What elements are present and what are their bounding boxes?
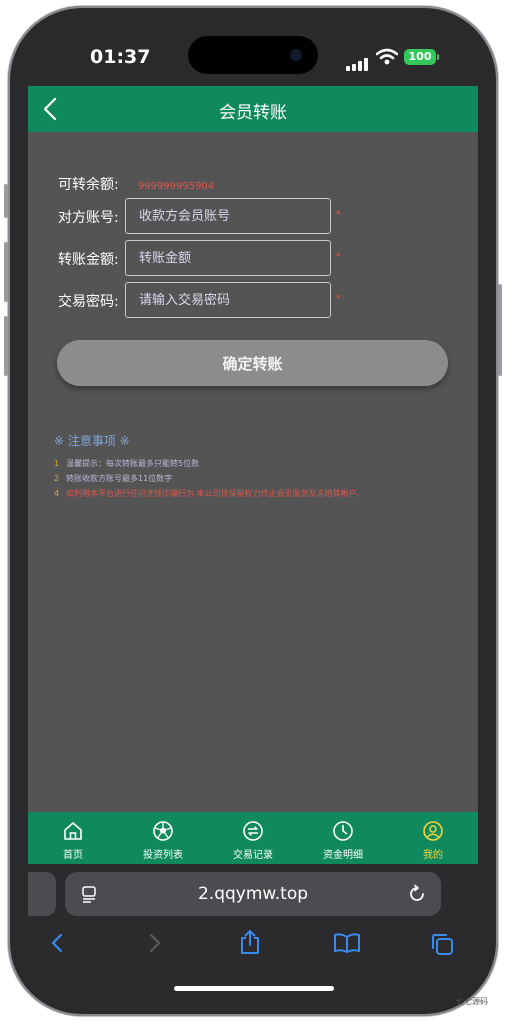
tab-label: 首页 xyxy=(63,850,83,861)
account-label: 对方账号: xyxy=(58,210,119,226)
football-icon xyxy=(153,821,173,841)
tab-label: 交易记录 xyxy=(233,850,273,861)
note-number: 4 xyxy=(54,489,60,498)
notes-title: ※ 注意事项 ※ xyxy=(54,434,130,448)
share-icon[interactable] xyxy=(238,928,262,956)
tab-investment-list[interactable]: 投资列表 xyxy=(118,812,208,864)
battery-indicator: 100 xyxy=(404,49,436,65)
password-input[interactable] xyxy=(125,282,331,318)
balance-row: 可转余额: 999999995904 xyxy=(58,174,214,194)
back-icon[interactable] xyxy=(48,932,68,954)
note-item: 2 转账收款方账号最多11位数字 xyxy=(54,471,464,486)
power-button xyxy=(498,284,502,376)
reload-icon[interactable] xyxy=(407,884,427,904)
clock-icon xyxy=(333,821,353,841)
amount-label: 转账金额: xyxy=(58,252,119,268)
required-mark: * xyxy=(336,210,341,220)
camera-icon xyxy=(290,49,302,61)
user-icon xyxy=(423,821,443,841)
browser-toolbar: 2.qqymw.top xyxy=(28,864,478,1000)
tab-label: 我的 xyxy=(423,850,443,861)
note-text: 如利用本平台进行任何洗钱诈骗行为,本公司将保留权力终止会员服务及冻结其帐户。 xyxy=(66,489,365,498)
note-text: 转账收款方账号最多11位数字 xyxy=(66,474,173,483)
watermark: 七七源码 xyxy=(456,997,488,1006)
note-number: 2 xyxy=(54,474,60,483)
wifi-icon xyxy=(376,48,398,65)
tab-label: 投资列表 xyxy=(143,850,183,861)
previous-tab-preview[interactable] xyxy=(28,872,56,916)
note-text: 温馨提示：每次转账最多只能转5位数 xyxy=(66,459,200,468)
volume-down-button xyxy=(4,316,8,376)
exchange-icon xyxy=(243,821,263,841)
signal-icon xyxy=(346,52,370,71)
bookmarks-icon[interactable] xyxy=(333,932,361,954)
password-label: 交易密码: xyxy=(58,294,119,310)
tabs-icon[interactable] xyxy=(430,932,454,956)
forward-icon[interactable] xyxy=(144,932,164,954)
required-mark: * xyxy=(336,252,341,262)
address-bar[interactable]: 2.qqymw.top xyxy=(65,872,441,916)
confirm-transfer-button[interactable]: 确定转账 xyxy=(57,340,448,386)
balance-value: 999999995904 xyxy=(137,181,215,192)
transfer-form: 可转余额: 999999995904 对方账号: * 转账金额: * 交易密码:… xyxy=(28,132,478,812)
home-indicator[interactable] xyxy=(174,986,334,991)
battery-nub xyxy=(437,54,439,60)
tab-mine[interactable]: 我的 xyxy=(388,812,478,864)
tab-home[interactable]: 首页 xyxy=(28,812,118,864)
url-text: 2.qqymw.top xyxy=(197,884,309,904)
volume-up-button xyxy=(4,242,8,302)
status-bar: 01:37 100 xyxy=(28,22,478,88)
account-input[interactable] xyxy=(125,198,331,234)
home-icon xyxy=(64,822,82,840)
tab-fund-details[interactable]: 资金明细 xyxy=(298,812,388,864)
bottom-tab-bar: 首页 投资列表 交易记录 资金明细 我的 xyxy=(28,812,478,864)
tab-label: 资金明细 xyxy=(323,850,363,861)
balance-label: 可转余额: xyxy=(58,177,119,193)
note-number: 1 xyxy=(54,459,60,468)
note-item-warning: 4 如利用本平台进行任何洗钱诈骗行为,本公司将保留权力终止会员服务及冻结其帐户。 xyxy=(54,486,464,501)
note-item: 1 温馨提示：每次转账最多只能转5位数 xyxy=(54,456,464,471)
dynamic-island xyxy=(188,36,318,74)
status-time: 01:37 xyxy=(90,46,151,68)
action-button xyxy=(4,184,8,218)
page-title: 会员转账 xyxy=(219,103,287,123)
notes-list: 1 温馨提示：每次转账最多只能转5位数 2 转账收款方账号最多11位数字 4 如利用本… xyxy=(54,456,464,501)
nav-header: 会员转账 xyxy=(28,86,478,132)
tab-transaction-records[interactable]: 交易记录 xyxy=(208,812,298,864)
required-mark: * xyxy=(336,294,341,304)
phone-screen: 01:37 100 会员转账 可转余额: 999999995904 对方账号: … xyxy=(28,22,478,1000)
amount-input[interactable] xyxy=(125,240,331,276)
